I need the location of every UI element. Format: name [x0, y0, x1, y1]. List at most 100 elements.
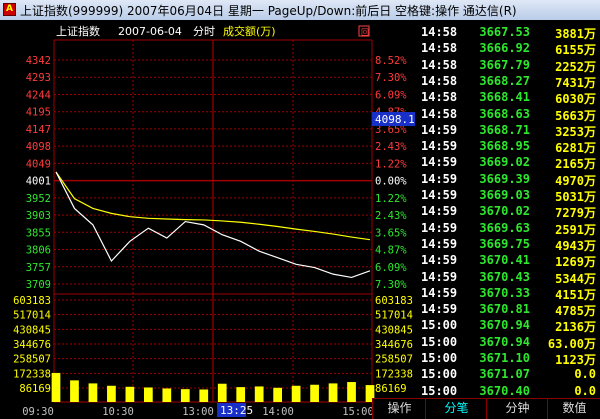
time-tick-label: 09:30: [22, 406, 54, 418]
tick-price: 3669.75: [479, 236, 530, 251]
percent-tick-label: 7.30%: [375, 279, 407, 291]
price-tick-label: 4342: [26, 55, 51, 67]
tick-time: 14:58: [421, 90, 458, 105]
volume-bar: [70, 380, 79, 402]
percent-tick-label: 1.22%: [375, 158, 407, 170]
tick-time: 14:58: [421, 25, 458, 39]
percent-tick-label: 8.52%: [375, 55, 407, 67]
tick-price: 3669.39: [479, 171, 530, 186]
tick-time: 14:59: [421, 171, 458, 186]
volume-bar: [254, 386, 264, 402]
volume-bar: [217, 383, 227, 402]
tick-price: 3667.79: [479, 57, 530, 72]
index-name: 上证指数: [56, 24, 100, 38]
tick-price: 3670.43: [479, 269, 530, 284]
tick-time: 14:59: [421, 302, 458, 317]
volume-bar: [328, 383, 338, 402]
price-tick-label: 4098: [26, 141, 51, 153]
tick-time: 14:59: [421, 253, 458, 268]
tick-time: 14:59: [421, 155, 458, 170]
price-tick-label: 4195: [26, 107, 51, 119]
tab-ticks[interactable]: 分笔: [425, 399, 487, 419]
volume-tick-label: 344676: [13, 339, 51, 351]
tick-time: 14:59: [421, 285, 458, 300]
tick-time: 15:00: [421, 351, 458, 365]
volume-bar: [291, 385, 301, 402]
chart-view: 分时: [193, 25, 215, 38]
tab-minute[interactable]: 分钟: [486, 399, 548, 419]
volume-tick-label-right: 344676: [375, 339, 413, 351]
volume-tick-label-right: 430845: [375, 324, 413, 336]
volume-bar: [51, 372, 61, 402]
volume-bar: [199, 389, 209, 402]
volume-label: 成交额(万): [223, 24, 276, 38]
tick-time: 14:59: [421, 188, 458, 202]
volume-bar: [347, 382, 356, 402]
volume-tick-label-right: 517014: [375, 310, 413, 322]
volume-bar: [162, 388, 172, 402]
percent-tick-label: 3.65%: [375, 227, 407, 239]
tick-list[interactable]: 14:58 3667.53 3881万 14:58 3666.92 6155万 14:58 3…: [415, 20, 600, 398]
percent-tick-label: 1.22%: [375, 193, 407, 205]
tick-time: 15:00: [421, 334, 458, 349]
volume-tick-label-right: 603183: [375, 295, 413, 307]
price-tick-label: 4147: [26, 124, 51, 136]
price-tick-label: 4293: [26, 72, 51, 84]
volume-bar: [125, 386, 135, 402]
time-tick-label: 13:00: [182, 406, 214, 418]
volume-bar: [236, 387, 246, 402]
tick-price: 3670.41: [479, 253, 530, 268]
tick-price: 3667.53: [479, 25, 530, 39]
tick-price: 3668.63: [479, 106, 530, 121]
volume-bar: [143, 387, 153, 402]
chart-date: 2007-06-04: [118, 25, 182, 38]
price-tick-label: 3903: [26, 210, 51, 222]
volume-bar: [180, 389, 190, 402]
volume-bar: [88, 383, 98, 402]
tab-operate[interactable]: 操作: [372, 399, 426, 419]
volume-bar: [107, 385, 116, 402]
tick-price: 3669.63: [479, 220, 530, 235]
tick-price: 3670.02: [479, 204, 530, 219]
tick-price: 3666.92: [479, 41, 530, 56]
tick-time: 14:59: [421, 236, 458, 251]
tick-price: 3668.95: [479, 139, 530, 154]
tick-price: 3671.10: [479, 351, 530, 365]
tick-price: 3671.07: [479, 367, 530, 382]
percent-tick-label: 6.09%: [375, 89, 407, 101]
percent-tick-label: 0.00%: [375, 176, 407, 188]
volume-tick-label-right: 258507: [375, 354, 413, 366]
tick-time: 14:58: [421, 41, 458, 56]
corner-icon-label: 回: [361, 28, 369, 37]
tick-price: 3668.41: [479, 90, 530, 105]
intraday-chart[interactable]: 4342 4293 4244 4195 4147 4098 4049 4001 3952 3903…: [0, 20, 415, 418]
volume-tick-label: 86169: [19, 383, 51, 395]
volume-tick-label: 603183: [13, 295, 51, 307]
tick-price: 3668.71: [479, 122, 530, 137]
title-bar: A 上证指数(999999) 2007年06月04日 星期一 PageUp/Do…: [0, 0, 600, 21]
tick-time: 15:00: [421, 367, 458, 382]
tick-price: 3669.03: [479, 188, 530, 202]
tick-price: 3669.02: [479, 155, 530, 170]
price-tick-label: 3806: [26, 245, 51, 257]
volume-tick-label: 517014: [13, 310, 51, 322]
tick-time: 14:59: [421, 204, 458, 219]
price-tick-label: 3952: [26, 193, 51, 205]
tick-time: 14:59: [421, 220, 458, 235]
tick-price: 3670.94: [479, 334, 530, 349]
percent-tick-label: 4.87%: [375, 245, 407, 257]
tick-volume: 0.0: [574, 367, 596, 382]
tab-value[interactable]: 数值: [547, 399, 600, 419]
price-tick-label: 4001: [26, 176, 51, 188]
app-icon[interactable]: A: [3, 3, 16, 16]
volume-bar: [273, 387, 283, 402]
price-tick-label: 3757: [26, 262, 51, 274]
tick-time: 14:59: [421, 269, 458, 284]
price-tick-label: 4049: [26, 158, 51, 170]
tick-price: 3670.40: [479, 383, 530, 398]
tick-time: 14:58: [421, 57, 458, 72]
tick-time: 14:59: [421, 122, 458, 137]
time-tick-label: 15:00: [342, 406, 374, 418]
tick-time: 14:58: [421, 73, 458, 88]
percent-tick-label: 2.43%: [375, 141, 407, 153]
